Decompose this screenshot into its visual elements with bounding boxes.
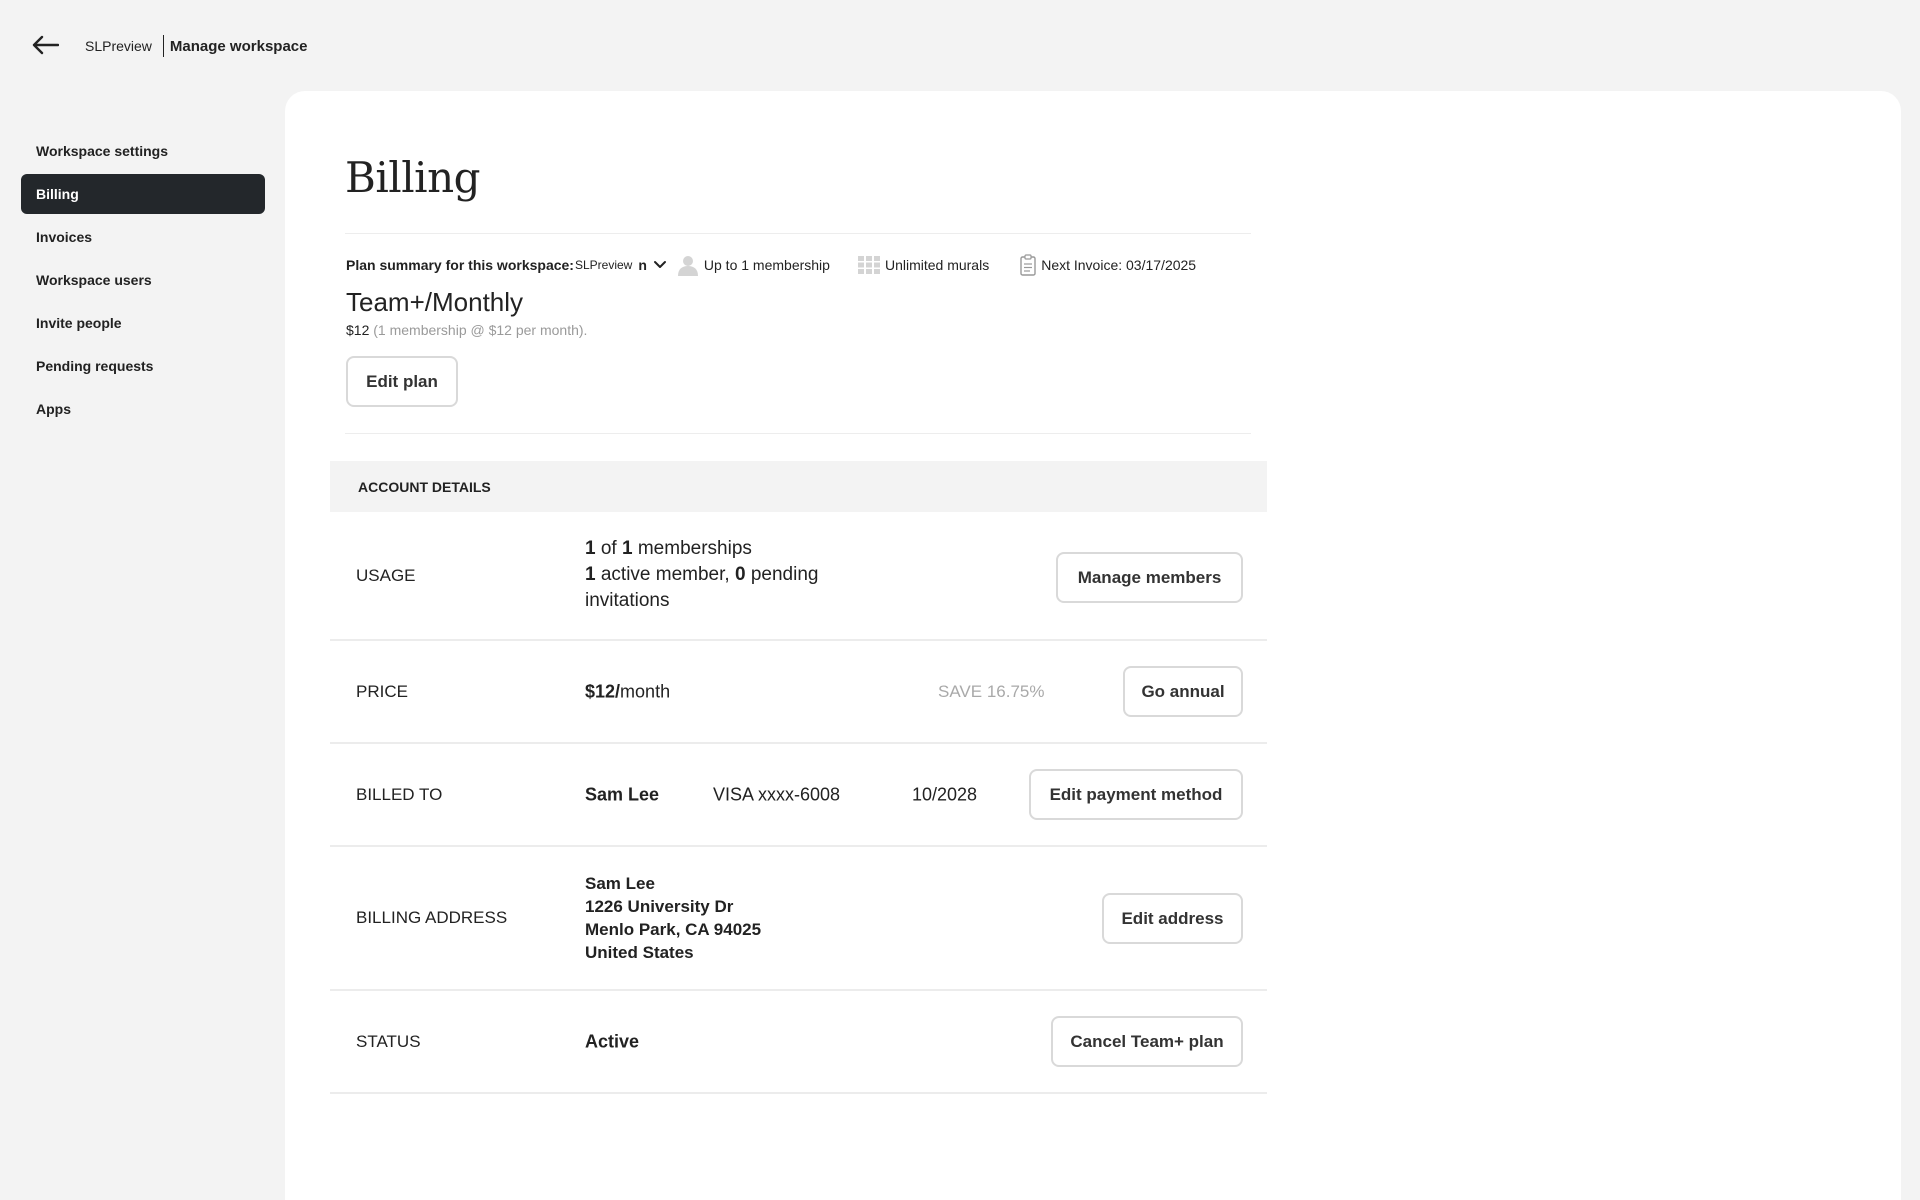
billing-address-label: BILLING ADDRESS [356, 908, 508, 927]
murals-text: Unlimited murals [884, 257, 990, 273]
user-icon [677, 256, 698, 276]
memberships-word: memberships [637, 538, 752, 559]
workspace-name[interactable]: SLPreview [85, 38, 152, 54]
card-number: VISA xxxx-6008 [713, 784, 841, 804]
save-badge: SAVE 16.75% [938, 681, 1045, 701]
manage-members-button[interactable]: Manage members [1056, 552, 1243, 603]
next-invoice-text: Next Invoice: 03/17/2025 [1041, 257, 1197, 273]
billing-address-value: Sam Lee 1226 University Dr Menlo Park, C… [585, 872, 761, 964]
billed-to-row: BILLED TO Sam Lee VISA xxxx-6008 10/2028… [330, 744, 1267, 847]
breadcrumb: SLPreview Manage workspace [85, 35, 307, 57]
page-title: Billing [345, 153, 481, 202]
sidebar-item-billing[interactable]: Billing [21, 174, 265, 214]
sidebar-item-invite-people[interactable]: Invite people [21, 303, 265, 343]
price-label: PRICE [356, 681, 408, 701]
grid-icon [857, 256, 880, 274]
billing-address-row: BILLING ADDRESS Sam Lee 1226 University … [330, 847, 1267, 991]
divider [345, 433, 1251, 434]
sidebar: Workspace settings Billing Invoices Work… [21, 131, 265, 432]
plan-name: Team+/Monthly [346, 287, 524, 317]
members-limit: Up to 1 membership [677, 254, 830, 276]
account-details: ACCOUNT DETAILS USAGE 1 of 1 memberships… [330, 461, 1267, 1094]
sidebar-item-workspace-users[interactable]: Workspace users [21, 260, 265, 300]
usage-label: USAGE [356, 565, 416, 585]
go-annual-button[interactable]: Go annual [1123, 666, 1243, 717]
cancel-plan-button[interactable]: Cancel Team+ plan [1051, 1016, 1243, 1067]
back-button[interactable] [28, 30, 62, 60]
billing-card: Billing Plan summary for this workspace:… [285, 91, 1901, 1200]
status-value: Active [585, 1031, 640, 1051]
billed-to-label: BILLED TO [356, 784, 443, 804]
sidebar-item-pending-requests[interactable]: Pending requests [21, 346, 265, 386]
arrow-left-icon [32, 35, 59, 55]
account-details-header: ACCOUNT DETAILS [330, 461, 1267, 512]
usage-value: 1 of 1 memberships 1 active member, 0 pe… [585, 536, 855, 614]
price-value: $12/month [585, 681, 670, 702]
sidebar-item-workspace-settings[interactable]: Workspace settings [21, 131, 265, 171]
sidebar-item-invoices[interactable]: Invoices [21, 217, 265, 257]
pending-count: 0 [734, 564, 746, 585]
plan-summary-label: Plan summary for this workspace: [346, 257, 574, 273]
address-line: Sam Lee [585, 874, 655, 893]
price-amount: $12/ [585, 681, 621, 701]
address-line: 1226 University Dr [585, 897, 734, 916]
plan-price: $12 (1 membership @ $12 per month). [346, 322, 587, 338]
plan-price-detail: (1 membership @ $12 per month). [373, 322, 588, 338]
members-limit-text: Up to 1 membership [703, 257, 830, 273]
card-expiry: 10/2028 [912, 784, 978, 804]
billed-to-name: Sam Lee [585, 784, 660, 804]
next-invoice: Next Invoice: 03/17/2025 [1020, 254, 1196, 276]
plan-summary-suffix: n [638, 257, 647, 273]
murals-limit: Unlimited murals [857, 256, 990, 274]
memberships-used: 1 [585, 538, 596, 559]
status-label: STATUS [356, 1031, 421, 1051]
price-row: PRICE $12/month SAVE 16.75% Go annual [330, 641, 1267, 744]
clipboard-icon [1020, 254, 1036, 276]
active-word: active member, [600, 564, 730, 585]
plan-summary-row: Plan summary for this workspace: SLPrevi… [346, 254, 1251, 276]
address-line: Menlo Park, CA 94025 [585, 920, 762, 939]
status-row: STATUS Active Cancel Team+ plan [330, 991, 1267, 1094]
divider [345, 233, 1251, 234]
usage-row: USAGE 1 of 1 memberships 1 active member… [330, 512, 1267, 641]
plan-price-amount: $12 [346, 322, 370, 338]
memberships-of: of [600, 538, 617, 559]
edit-payment-method-button[interactable]: Edit payment method [1029, 769, 1243, 820]
edit-address-button[interactable]: Edit address [1102, 893, 1243, 944]
sidebar-item-apps[interactable]: Apps [21, 389, 265, 429]
active-count: 1 [585, 564, 596, 585]
edit-plan-button[interactable]: Edit plan [346, 356, 458, 407]
top-bar: SLPreview Manage workspace [0, 0, 1920, 90]
breadcrumb-divider [162, 35, 164, 57]
memberships-total: 1 [622, 538, 633, 559]
address-line: United States [585, 943, 694, 962]
chevron-down-icon[interactable] [653, 258, 667, 272]
price-period: month [620, 681, 671, 701]
plan-summary-workspace: SLPreview [574, 258, 633, 272]
page-context-title: Manage workspace [169, 37, 308, 55]
